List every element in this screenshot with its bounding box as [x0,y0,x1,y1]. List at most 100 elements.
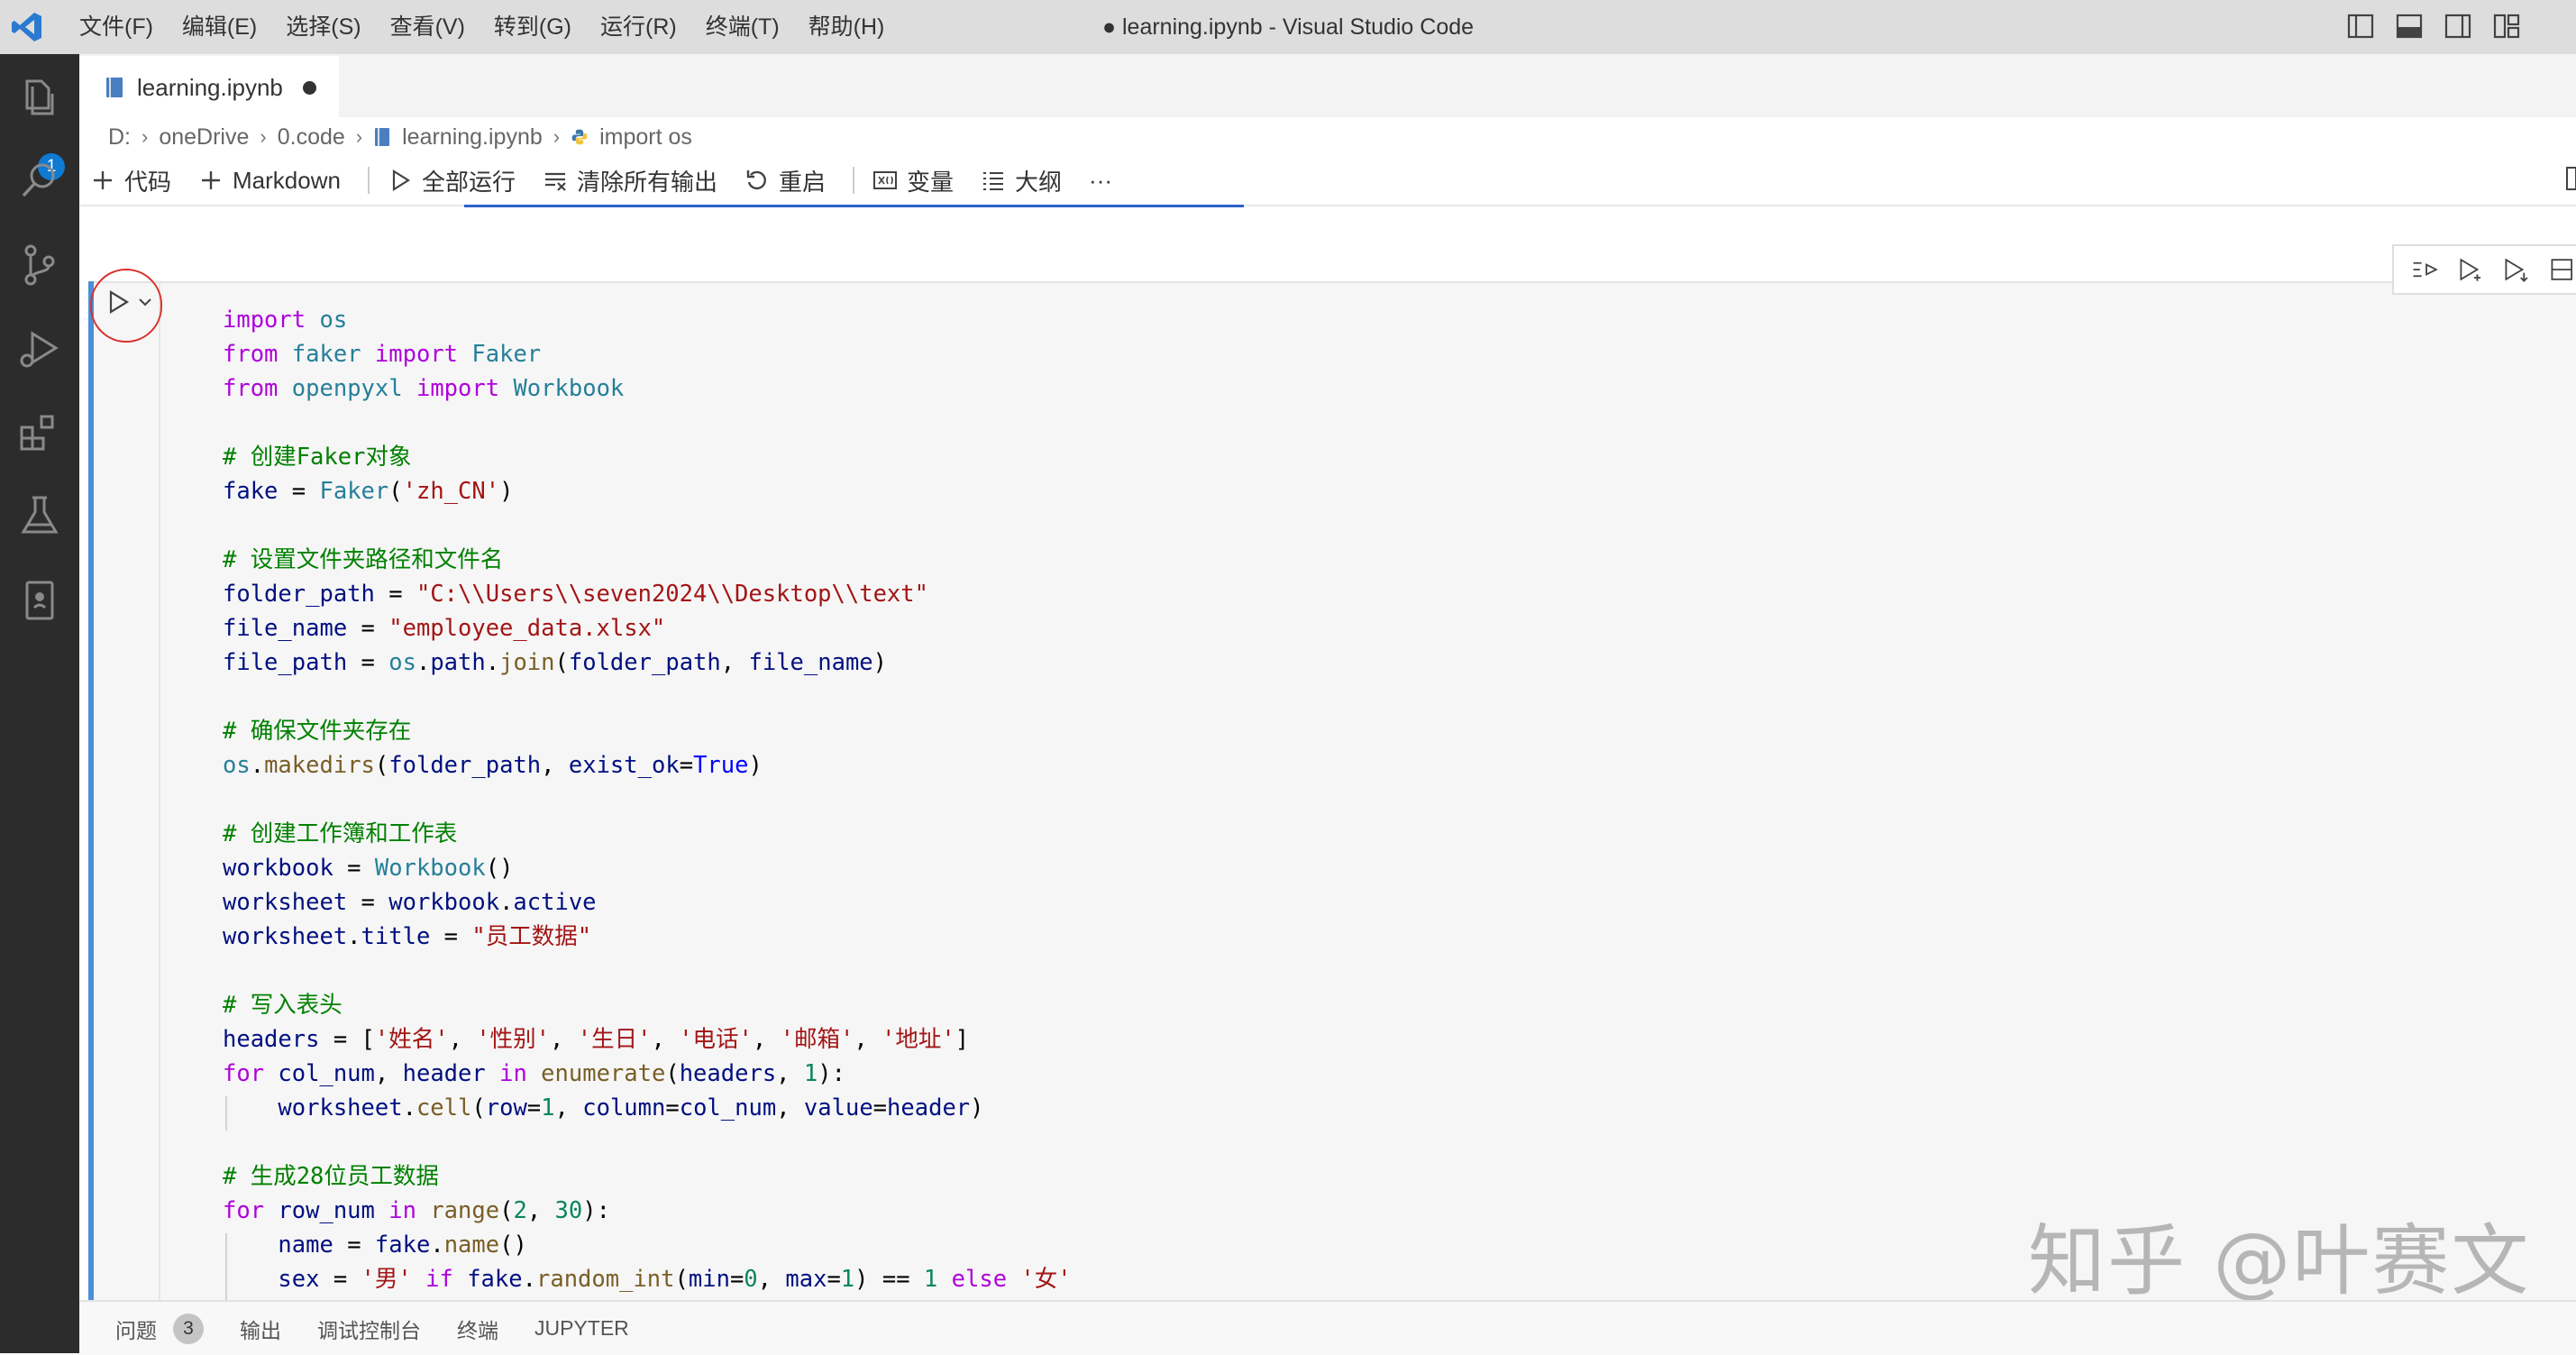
code-token: file_name [223,615,347,642]
code-token [375,1197,388,1224]
toggle-secondary-sidebar-icon[interactable] [2443,11,2473,41]
code-editor[interactable]: import osfrom faker import Fakerfrom ope… [223,303,1072,1296]
run-all-button[interactable]: 全部运行 [388,164,516,197]
code-token: = [827,1266,840,1293]
menu-view[interactable]: 查看(V) [376,0,480,54]
clear-all-outputs-label: 清除所有输出 [577,164,717,197]
toolbar-divider [79,205,2576,206]
menu-help[interactable]: 帮助(H) [794,0,900,54]
restart-button[interactable]: 重启 [744,164,826,197]
explorer-icon[interactable] [14,72,65,123]
tab-output[interactable]: 输出 [240,1314,281,1344]
code-line: # 创建Faker对象 [223,440,1072,474]
code-token: workbook [223,855,333,882]
add-markdown-cell-button[interactable]: Markdown [198,167,341,195]
add-code-cell-button[interactable]: 代码 [90,164,171,197]
plus-icon [90,168,115,193]
code-line: from faker import Faker [223,337,1072,371]
code-line [223,680,1072,714]
code-token: '电话' [679,1026,753,1053]
extensions-icon[interactable] [14,407,65,458]
code-token: header [403,1060,486,1087]
breadcrumb-symbol[interactable]: import os [599,124,692,151]
variables-icon [872,168,898,193]
breadcrumb-drive[interactable]: D: [108,124,131,151]
toggle-primary-sidebar-icon[interactable] [2345,11,2376,41]
code-token: 1 [924,1266,937,1293]
code-token: , [854,1026,882,1053]
code-token [223,1266,278,1293]
code-token: ) [873,649,887,676]
unsaved-dot-icon[interactable] [303,81,316,95]
variables-button[interactable]: 变量 [872,164,954,197]
menu-file[interactable]: 文件(F) [65,0,168,54]
code-token: worksheet [278,1094,402,1122]
code-token: name [278,1231,333,1259]
menu-selection[interactable]: 选择(S) [271,0,375,54]
kernel-picker-icon[interactable] [2563,164,2576,193]
outline-button[interactable]: 大纲 [981,164,1062,197]
code-token: , [758,1266,786,1293]
output-label: 输出 [240,1314,281,1344]
clear-all-outputs-button[interactable]: 清除所有输出 [543,164,717,197]
code-token: max [785,1266,827,1293]
code-token: file_path [223,649,347,676]
panel-tab-bar: 问题 3 输出 调试控制台 终端 JUPYTER [79,1300,2576,1355]
search-icon[interactable] [14,155,65,206]
code-token: . [403,1094,416,1122]
code-token: () [499,1231,527,1259]
customize-layout-icon[interactable] [2491,11,2522,41]
code-token: from [223,341,278,368]
breadcrumb-file[interactable]: learning.ipynb [402,124,543,151]
menu-bar: 文件(F) 编辑(E) 选择(S) 查看(V) 转到(G) 运行(R) 终端(T… [65,0,899,54]
execute-above-cells-icon[interactable] [2410,253,2440,286]
code-token: , [651,1026,679,1053]
code-line [223,954,1072,988]
code-token: = [873,1094,887,1122]
code-token: = [347,649,388,676]
tab-problems[interactable]: 问题 3 [115,1314,204,1344]
menu-run[interactable]: 运行(R) [586,0,691,54]
cell-gutter-divider [159,281,160,1300]
code-token: 1 [804,1060,818,1087]
code-token: exist_ok [569,752,680,779]
jupyter-icon[interactable] [14,575,65,626]
execute-cell-and-below-icon[interactable] [2456,253,2486,286]
tab-jupyter[interactable]: JUPYTER [534,1316,629,1341]
tab-learning-ipynb[interactable]: learning.ipynb [79,54,339,119]
code-token: else [952,1266,1007,1293]
tab-debug-console[interactable]: 调试控制台 [317,1314,421,1344]
code-token: '地址' [882,1026,955,1053]
breadcrumb-code-folder[interactable]: 0.code [278,124,345,151]
code-token: fake [375,1231,430,1259]
menu-edit[interactable]: 编辑(E) [168,0,271,54]
split-cell-icon[interactable] [2547,253,2576,286]
code-token: # 创建工作簿和工作表 [223,820,457,847]
layout-controls [2345,11,2522,41]
code-line: file_name = "employee_data.xlsx" [223,611,1072,645]
code-line: # 写入表头 [223,988,1072,1022]
menu-terminal[interactable]: 终端(T) [691,0,794,54]
code-token [937,1266,951,1293]
tab-terminal[interactable]: 终端 [457,1314,498,1344]
code-token: '性别' [476,1026,550,1053]
source-control-icon[interactable] [14,240,65,290]
code-line: worksheet.cell(row=1, column=col_num, va… [223,1091,1072,1125]
testing-icon[interactable] [14,490,65,541]
code-token: = [665,1094,679,1122]
code-token: import [416,375,499,402]
code-token: cell [416,1094,471,1122]
run-cell-icon[interactable] [103,287,133,317]
toggle-panel-icon[interactable] [2394,11,2425,41]
execute-below-icon[interactable] [2501,253,2531,286]
chevron-down-icon[interactable] [135,292,155,312]
vscode-logo-icon[interactable] [9,9,45,45]
add-code-label: 代码 [124,164,171,197]
more-actions-button[interactable]: ··· [1089,167,1112,195]
breadcrumb-onedrive[interactable]: oneDrive [159,124,249,151]
menu-go[interactable]: 转到(G) [480,0,586,54]
code-token: ( [388,478,402,505]
run-and-debug-icon[interactable] [14,325,65,375]
code-line: for row_num in range(2, 30): [223,1194,1072,1228]
code-token: ] [955,1026,969,1053]
